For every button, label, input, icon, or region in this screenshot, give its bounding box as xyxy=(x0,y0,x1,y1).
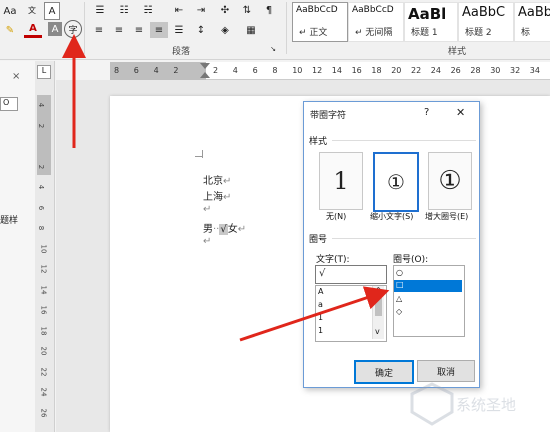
watermark-shield-icon xyxy=(410,382,454,426)
watermark-text: 系统圣地 xyxy=(456,396,516,414)
watermark: 系统圣地 xyxy=(410,382,516,426)
annotation-overlay: 系统圣地 xyxy=(62,34,516,426)
annotation-arrow xyxy=(239,286,390,342)
